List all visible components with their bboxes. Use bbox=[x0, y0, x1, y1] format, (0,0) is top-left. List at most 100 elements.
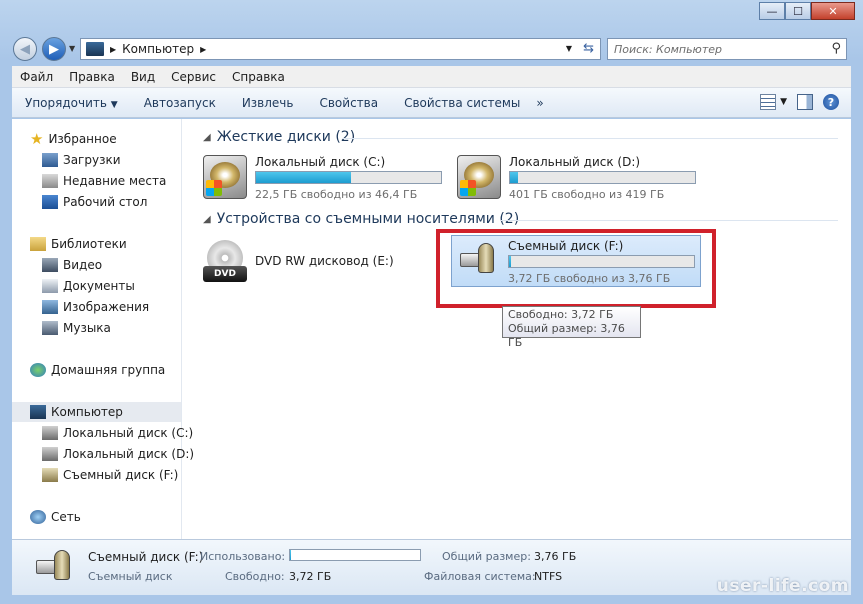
drive-name: Локальный диск (C:) bbox=[255, 155, 386, 169]
details-free-value: 3,72 ГБ bbox=[289, 570, 332, 583]
sidebar-item-label: Недавние места bbox=[63, 174, 167, 188]
collapse-icon[interactable]: ◢ bbox=[203, 214, 211, 225]
windows-logo-icon bbox=[206, 180, 222, 196]
minimize-button[interactable]: — bbox=[759, 2, 785, 20]
details-free-label: Свободно: bbox=[225, 570, 285, 583]
search-placeholder: Поиск: Компьютер bbox=[614, 42, 722, 56]
sidebar-item-label: Документы bbox=[63, 279, 135, 293]
drive-c[interactable]: Локальный диск (C:) 22,5 ГБ свободно из … bbox=[203, 152, 443, 202]
usb-drive-icon bbox=[32, 546, 72, 586]
sidebar-item-label: Загрузки bbox=[63, 153, 121, 167]
desktop-icon bbox=[42, 195, 58, 209]
sidebar-item-label: Музыка bbox=[63, 321, 111, 335]
drive-name: DVD RW дисковод (E:) bbox=[255, 254, 394, 268]
change-view-icon[interactable] bbox=[760, 94, 777, 110]
group-title: Жесткие диски (2) bbox=[216, 129, 356, 145]
drive-name: Локальный диск (D:) bbox=[509, 155, 641, 169]
system-properties-button[interactable]: Свойства системы bbox=[391, 96, 533, 110]
video-icon bbox=[42, 258, 58, 272]
sidebar-item-label: Библиотеки bbox=[51, 237, 127, 251]
breadcrumb-chevron-icon[interactable]: ▶ bbox=[200, 45, 206, 54]
close-button[interactable]: ✕ bbox=[811, 2, 855, 20]
drive-d[interactable]: Локальный диск (D:) 401 ГБ свободно из 4… bbox=[457, 152, 697, 202]
computer-icon bbox=[30, 405, 46, 419]
properties-button[interactable]: Свойства bbox=[306, 96, 391, 110]
sidebar-item-label: Избранное bbox=[48, 132, 117, 146]
maximize-button[interactable]: ☐ bbox=[785, 2, 811, 20]
collapse-icon[interactable]: ◢ bbox=[203, 132, 211, 143]
tooltip-free: Свободно: 3,72 ГБ bbox=[508, 308, 614, 321]
music-icon bbox=[42, 321, 58, 335]
preview-pane-icon[interactable] bbox=[797, 94, 813, 110]
sidebar-item-label: Съемный диск (F:) bbox=[63, 468, 179, 482]
drive-usage-bar bbox=[509, 171, 696, 184]
hard-disk-icon bbox=[203, 155, 247, 199]
hard-disk-icon bbox=[42, 447, 58, 461]
search-icon[interactable]: ⚲ bbox=[831, 41, 841, 56]
command-bar: Упорядочить ▼ Автозапуск Извлечь Свойств… bbox=[12, 88, 851, 118]
tooltip-total: Общий размер: 3,76 ГБ bbox=[508, 322, 625, 349]
breadcrumb-separator-icon[interactable]: ▶ bbox=[110, 45, 116, 54]
sidebar-item-label: Локальный диск (C:) bbox=[63, 426, 194, 440]
group-divider bbox=[343, 138, 838, 139]
dvd-label: DVD bbox=[203, 266, 247, 282]
recent-pages-dropdown[interactable]: ▼ bbox=[69, 44, 75, 53]
help-icon[interactable]: ? bbox=[823, 94, 839, 110]
sidebar-item-label: Локальный диск (D:) bbox=[63, 447, 195, 461]
hard-disk-icon bbox=[42, 426, 58, 440]
details-total-value: 3,76 ГБ bbox=[534, 550, 577, 563]
images-icon bbox=[42, 300, 58, 314]
address-dropdown-icon[interactable]: ▼ bbox=[566, 44, 572, 53]
group-divider bbox=[501, 220, 838, 221]
drive-e[interactable]: DVD DVD RW дисковод (E:) bbox=[203, 237, 403, 287]
sidebar-item-label: Видео bbox=[63, 258, 103, 272]
group-header-hard-disks[interactable]: ◢ Жесткие диски (2) bbox=[203, 129, 355, 145]
eject-button[interactable]: Извлечь bbox=[229, 96, 307, 110]
navigation-pane: ★ Избранное Загрузки Недавние места Рабо… bbox=[12, 119, 194, 539]
menu-tools[interactable]: Сервис bbox=[163, 70, 224, 84]
refresh-icon[interactable]: ⇆ bbox=[583, 41, 594, 56]
back-button[interactable]: ◀ bbox=[13, 37, 37, 61]
view-dropdown-icon[interactable]: ▼ bbox=[780, 97, 787, 107]
details-usage-bar bbox=[289, 549, 421, 561]
forward-button[interactable]: ▶ bbox=[42, 37, 66, 61]
sidebar-item-favorites[interactable]: ★ Избранное bbox=[30, 129, 199, 149]
organize-button[interactable]: Упорядочить ▼ bbox=[12, 96, 131, 110]
libraries-icon bbox=[30, 237, 46, 251]
details-used-label: Использовано: bbox=[200, 550, 286, 563]
drive-free-space: 22,5 ГБ свободно из 46,4 ГБ bbox=[255, 188, 418, 201]
sidebar-item-label: Компьютер bbox=[51, 405, 123, 419]
sidebar-item-homegroup[interactable]: Домашняя группа bbox=[30, 360, 199, 380]
menu-bar: Файл Правка Вид Сервис Справка bbox=[12, 66, 851, 88]
more-commands-button[interactable]: » bbox=[536, 96, 543, 110]
caption-buttons: — ☐ ✕ bbox=[759, 2, 855, 20]
organize-label: Упорядочить bbox=[25, 95, 107, 110]
menu-view[interactable]: Вид bbox=[123, 70, 163, 84]
usb-drive-icon bbox=[42, 468, 58, 482]
group-title: Устройства со съемными носителями (2) bbox=[216, 211, 520, 227]
group-header-removable[interactable]: ◢ Устройства со съемными носителями (2) bbox=[203, 211, 519, 227]
search-input[interactable]: Поиск: Компьютер ⚲ bbox=[607, 38, 847, 60]
address-bar[interactable]: ▶ Компьютер ▶ ▼ ⇆ bbox=[80, 38, 601, 60]
explorer-window: — ☐ ✕ ◀ ▶ ▼ ▶ Компьютер ▶ ▼ ⇆ Поиск: Ком… bbox=[0, 0, 863, 604]
downloads-icon bbox=[42, 153, 58, 167]
details-total-label: Общий размер: bbox=[442, 550, 531, 563]
sidebar-item-network[interactable]: Сеть bbox=[30, 507, 199, 527]
sidebar-item-computer[interactable]: Компьютер bbox=[12, 402, 181, 422]
dvd-drive-icon: DVD bbox=[203, 240, 247, 284]
recent-places-icon bbox=[42, 174, 58, 188]
autoplay-button[interactable]: Автозапуск bbox=[131, 96, 229, 110]
sidebar-item-label: Сеть bbox=[51, 510, 81, 524]
details-type: Съемный диск bbox=[88, 570, 173, 583]
star-icon: ★ bbox=[30, 130, 44, 148]
drive-usage-bar bbox=[255, 171, 442, 184]
sidebar-item-libraries[interactable]: Библиотеки bbox=[30, 234, 199, 254]
view-controls: ▼ ? bbox=[760, 94, 839, 110]
documents-icon bbox=[42, 279, 58, 293]
menu-help[interactable]: Справка bbox=[224, 70, 293, 84]
menu-file[interactable]: Файл bbox=[12, 70, 61, 84]
menu-edit[interactable]: Правка bbox=[61, 70, 123, 84]
computer-icon bbox=[86, 42, 104, 56]
breadcrumb-computer[interactable]: Компьютер bbox=[122, 42, 194, 56]
navigation-bar: ◀ ▶ ▼ ▶ Компьютер ▶ ▼ ⇆ Поиск: Компьютер… bbox=[0, 34, 863, 62]
